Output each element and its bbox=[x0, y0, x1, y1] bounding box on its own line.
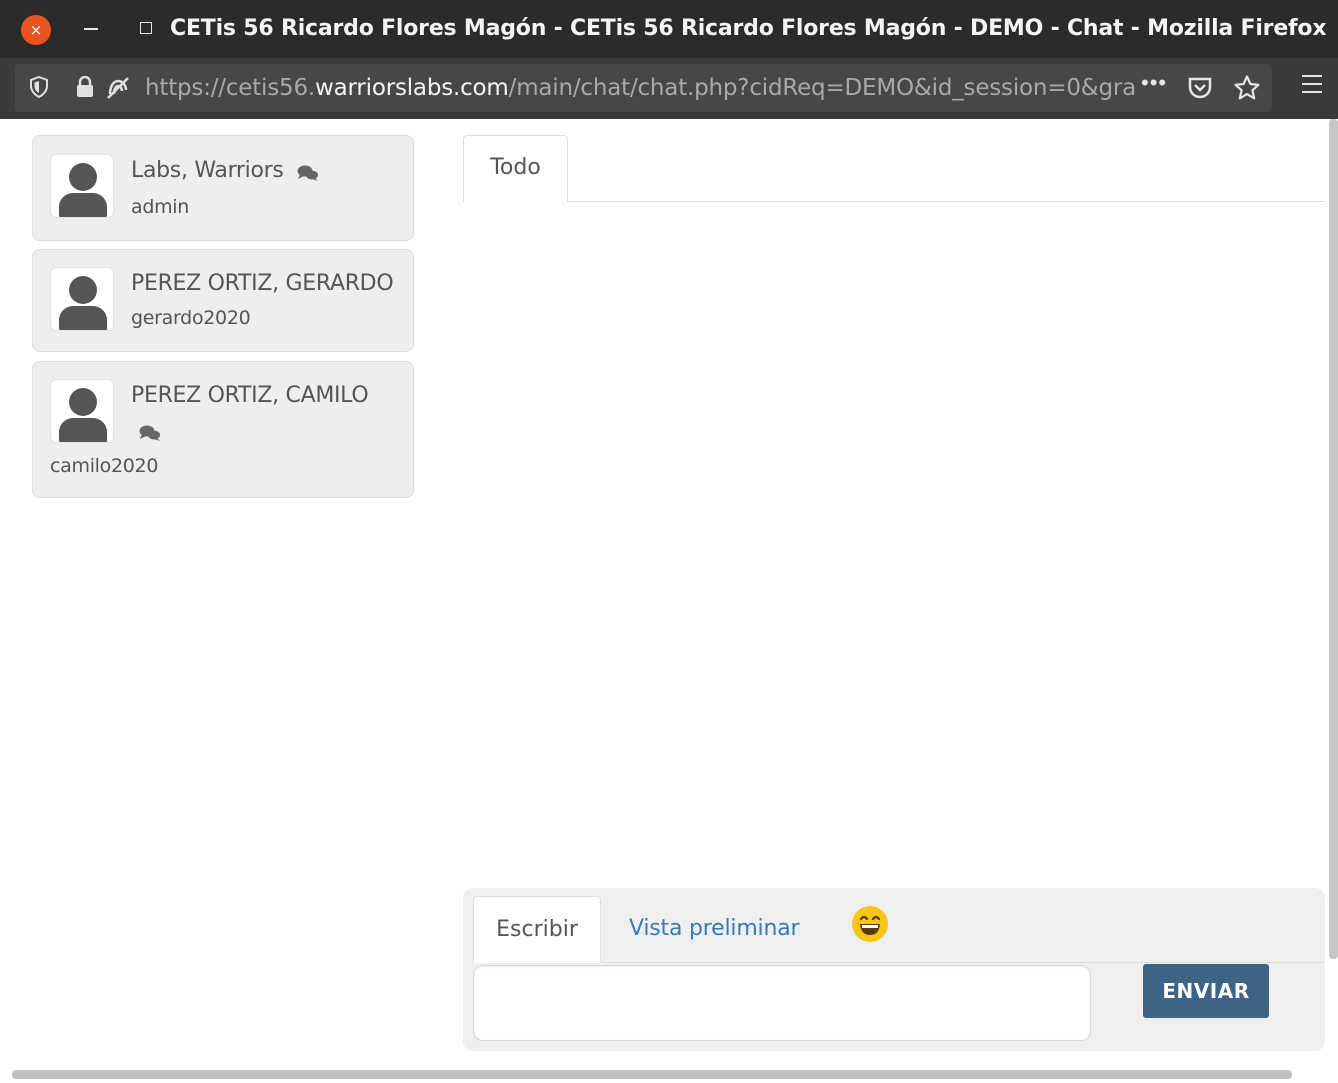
avatar bbox=[50, 154, 114, 218]
user-login: admin bbox=[131, 196, 190, 218]
url-text[interactable]: https://cetis56.warriorslabs.com/main/ch… bbox=[145, 75, 1135, 101]
maximize-window-button[interactable] bbox=[140, 22, 152, 34]
avatar bbox=[50, 267, 114, 331]
chat-tabs-divider bbox=[463, 201, 1325, 202]
chat-bubble-icon[interactable] bbox=[139, 424, 161, 447]
emoji-picker-icon[interactable] bbox=[851, 905, 889, 948]
send-button[interactable]: ENVIAR bbox=[1143, 964, 1269, 1018]
pocket-icon[interactable] bbox=[1187, 76, 1213, 105]
chat-bubble-icon[interactable] bbox=[297, 164, 319, 187]
bookmark-star-icon[interactable] bbox=[1233, 74, 1261, 107]
minimize-window-button[interactable] bbox=[84, 28, 98, 30]
permissions-blocked-icon[interactable] bbox=[105, 76, 131, 105]
vertical-scrollbar[interactable] bbox=[1329, 119, 1338, 959]
tracking-protection-shield-icon[interactable] bbox=[29, 75, 49, 103]
user-name: Labs, Warriors bbox=[131, 158, 284, 183]
horizontal-scrollbar[interactable] bbox=[12, 1070, 1292, 1079]
hamburger-menu-icon[interactable] bbox=[1302, 75, 1322, 99]
close-window-button[interactable]: × bbox=[21, 15, 51, 45]
url-prefix: https://cetis56. bbox=[145, 75, 316, 101]
url-host: warriorslabs.com bbox=[315, 75, 509, 101]
tab-write[interactable]: Escribir bbox=[473, 896, 601, 963]
url-path: /main/chat/chat.php?cidReq=DEMO&id_sessi… bbox=[508, 75, 1135, 101]
page-actions-more-icon[interactable]: ••• bbox=[1141, 70, 1167, 96]
lock-icon[interactable] bbox=[75, 75, 95, 103]
user-name: PEREZ ORTIZ, CAMILO bbox=[131, 383, 369, 408]
navigation-bar: https://cetis56.warriorslabs.com/main/ch… bbox=[0, 58, 1338, 119]
message-composer: Escribir Vista preliminar ENVIAR bbox=[463, 888, 1325, 1051]
tab-preview[interactable]: Vista preliminar bbox=[629, 896, 800, 963]
user-card-gerardo2020[interactable]: PEREZ ORTIZ, GERARDO gerardo2020 bbox=[32, 249, 414, 352]
tab-todo[interactable]: Todo bbox=[463, 135, 568, 202]
user-login: gerardo2020 bbox=[131, 307, 251, 329]
user-login: camilo2020 bbox=[50, 455, 159, 477]
url-bar[interactable]: https://cetis56.warriorslabs.com/main/ch… bbox=[15, 64, 1272, 112]
user-card-admin[interactable]: Labs, Warriors admin bbox=[32, 135, 414, 241]
avatar bbox=[50, 379, 114, 443]
user-name: PEREZ ORTIZ, GERARDO bbox=[131, 271, 394, 296]
window-titlebar: × CETis 56 Ricardo Flores Magón - CETis … bbox=[0, 0, 1338, 58]
message-input[interactable] bbox=[473, 965, 1091, 1041]
window-title: CETis 56 Ricardo Flores Magón - CETis 56… bbox=[170, 16, 1327, 41]
page-content: Labs, Warriors admin PEREZ ORTIZ, GERARD… bbox=[0, 119, 1338, 1083]
user-card-camilo2020[interactable]: PEREZ ORTIZ, CAMILO camilo2020 bbox=[32, 361, 414, 498]
